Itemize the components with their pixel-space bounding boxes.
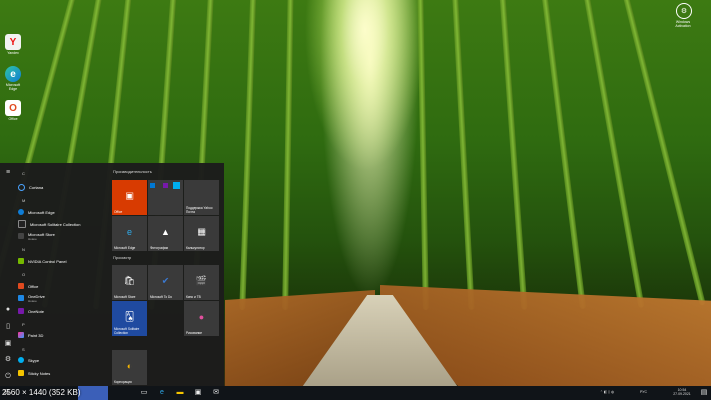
skype-icon (173, 182, 180, 189)
onenote-icon (18, 308, 24, 314)
tile-movies[interactable]: 🎬 Кино и ТВ (184, 265, 219, 300)
paint3d-icon (18, 332, 24, 338)
app-letter-o[interactable]: O (22, 272, 25, 277)
office-icon: ▣ (125, 190, 134, 201)
sticky-notes-icon (18, 370, 24, 376)
app-solitaire[interactable]: Microsoft Solitaire Collection (18, 219, 80, 229)
tile-support[interactable]: Поддержка Yahoo Почта (184, 180, 219, 215)
edge-icon: e (5, 66, 21, 82)
clock[interactable]: 10:54 27.09.2021 (670, 388, 694, 396)
cortana-icon (18, 183, 25, 191)
pictures-icon[interactable]: ▣ (4, 340, 12, 348)
desktop-icon-yandex[interactable]: Y Yandex (2, 34, 24, 55)
app-office[interactable]: Office (18, 281, 38, 291)
search-box[interactable] (78, 386, 108, 400)
app-letter-n[interactable]: N (22, 247, 25, 252)
app-letter-s[interactable]: S (22, 347, 25, 352)
edge-icon[interactable]: e (158, 389, 166, 397)
app-nvidia[interactable]: NVIDIA Control Panel (18, 256, 66, 266)
app-letter-m[interactable]: M (22, 198, 25, 203)
app-onenote[interactable]: OneNote (18, 306, 44, 316)
tile-store[interactable]: 🛍 Microsoft Store (112, 265, 147, 300)
user-icon[interactable]: ● (4, 306, 12, 314)
tile-edge[interactable]: e Microsoft Edge (112, 216, 147, 251)
calculator-icon: ▦ (197, 226, 206, 237)
tile-todo[interactable]: ✔ Microsoft To Do (148, 265, 183, 300)
app-onedrive[interactable]: OneDrive Новое (18, 293, 45, 303)
tray-icons[interactable]: ⌃ ◧ ▯ ◍ (600, 390, 614, 394)
app-cortana[interactable]: Cortana (18, 182, 43, 192)
image-size-caption: 2560 × 1440 (352 KB) (2, 388, 81, 397)
start-rail: ≡ ● ▯ ▣ ⚙ ⏻ (0, 163, 16, 386)
mail-icon[interactable]: ✉ (212, 389, 220, 397)
hamburger-icon[interactable]: ≡ (4, 169, 12, 177)
settings-clock-icon[interactable]: ⚙ (676, 3, 692, 19)
app-skype[interactable]: Skype (18, 355, 39, 365)
tile-paint[interactable]: ● Рисование (184, 301, 219, 336)
store-icon[interactable]: ▣ (194, 389, 202, 397)
language-indicator[interactable]: РУС (640, 390, 647, 394)
group-title-browse: Просмотр (113, 255, 132, 260)
desktop-icon-office[interactable]: O Office (2, 100, 24, 121)
start-menu: ≡ ● ▯ ▣ ⚙ ⏻ С Cortana M Microsoft Edge M… (0, 163, 224, 386)
skype-icon (18, 357, 24, 363)
task-view-icon[interactable]: ▭ (140, 389, 148, 397)
tile-news[interactable]: ◐ Корпорация (112, 350, 147, 385)
checkmark-icon: ✔ (161, 275, 170, 286)
app-sticky-notes[interactable]: Sticky Notes (18, 368, 50, 378)
photos-icon: ▲ (161, 226, 170, 237)
mail-icon (150, 183, 155, 188)
store-icon: 🛍 (123, 275, 136, 286)
group-title-productivity: Производительность (113, 169, 152, 174)
paint-icon: ● (198, 311, 205, 322)
app-letter-p[interactable]: P (22, 322, 25, 327)
movies-icon: 🎬 (195, 275, 208, 286)
app-store[interactable]: Microsoft Store Новое (18, 231, 55, 241)
settings-icon[interactable]: ⚙ (4, 356, 12, 364)
store-icon (18, 233, 24, 239)
onedrive-icon (18, 295, 24, 301)
top-right-label: Windows Activation (675, 20, 691, 28)
tile-office[interactable]: ▣ Office (112, 180, 147, 215)
office-icon: O (5, 100, 21, 116)
tile-solitaire[interactable]: 🂡 Microsoft Solitaire Collection (112, 301, 147, 336)
nvidia-icon (18, 258, 24, 264)
tile-group-small[interactable] (148, 180, 183, 215)
tile-calculator[interactable]: ▦ Калькулятор (184, 216, 219, 251)
news-icon: ◐ (126, 360, 133, 371)
app-edge[interactable]: Microsoft Edge (18, 207, 55, 217)
notification-icon[interactable]: ▤ (700, 389, 708, 397)
yandex-icon: Y (5, 34, 21, 50)
onenote-icon (163, 183, 168, 188)
edge-icon (18, 209, 24, 215)
power-icon[interactable]: ⏻ (4, 373, 12, 381)
document-icon[interactable]: ▯ (4, 323, 12, 331)
office-icon (18, 283, 24, 289)
cards-icon: 🂡 (124, 311, 135, 322)
tile-photos[interactable]: ▲ Фотографии (148, 216, 183, 251)
app-letter-c[interactable]: С (22, 171, 25, 176)
app-paint3d[interactable]: Paint 3D (18, 330, 43, 340)
desktop-icon-edge[interactable]: e Microsoft Edge (2, 66, 24, 91)
edge-icon: e (126, 226, 133, 237)
file-explorer-icon[interactable]: ▬ (176, 389, 184, 397)
solitaire-icon (18, 220, 26, 228)
